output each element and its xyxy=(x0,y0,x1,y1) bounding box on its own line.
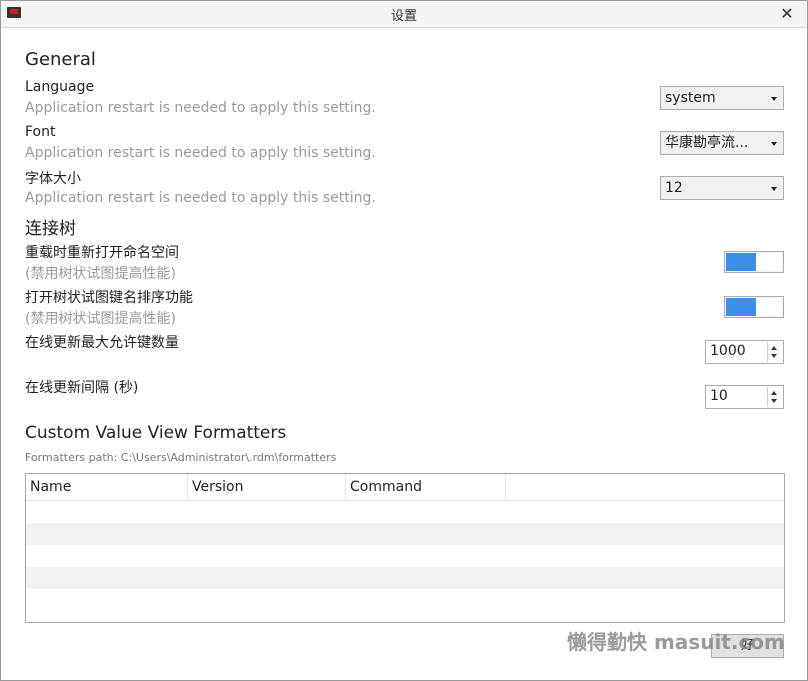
formatters-table[interactable]: Name Version Command xyxy=(25,473,785,623)
font-size-select[interactable]: 12 xyxy=(660,176,784,200)
language-hint: Application restart is needed to apply t… xyxy=(25,100,376,116)
live-update-max-keys-value: 1000 xyxy=(710,343,746,359)
table-row xyxy=(26,501,784,523)
font-size-hint: Application restart is needed to apply t… xyxy=(25,190,376,206)
reopen-namespaces-toggle[interactable] xyxy=(724,251,784,273)
chevron-down-icon xyxy=(771,142,777,146)
table-row xyxy=(26,523,784,545)
toggle-on-fill xyxy=(726,298,756,316)
general-section-title: General xyxy=(25,49,96,70)
live-update-interval-value: 10 xyxy=(710,388,728,404)
spin-buttons[interactable] xyxy=(767,387,782,407)
font-size-label: 字体大小 xyxy=(25,171,81,187)
sort-keys-hint: (禁用树状试图提高性能) xyxy=(25,311,176,327)
table-row xyxy=(26,545,784,567)
settings-window: 设置 ✕ General Language Application restar… xyxy=(0,0,808,681)
column-header-name[interactable]: Name xyxy=(26,474,188,500)
sort-keys-label: 打开树状试图键名排序功能 xyxy=(25,290,193,306)
reopen-namespaces-label: 重载时重新打开命名空间 xyxy=(25,245,179,261)
table-row xyxy=(26,567,784,589)
live-update-interval-spinbox[interactable]: 10 xyxy=(705,385,784,409)
formatters-section-title: Custom Value View Formatters xyxy=(25,423,287,443)
font-label: Font xyxy=(25,124,56,140)
spin-buttons[interactable] xyxy=(767,342,782,362)
spin-up-icon[interactable] xyxy=(771,346,777,350)
live-update-interval-label: 在线更新间隔 (秒) xyxy=(25,380,139,396)
language-select[interactable]: system xyxy=(660,86,784,110)
spin-down-icon[interactable] xyxy=(771,399,777,403)
column-header-command[interactable]: Command xyxy=(346,474,506,500)
table-row xyxy=(26,589,784,611)
watermark-text: 懒得勤快 masuit.com xyxy=(567,630,785,654)
tree-section-title: 连接树 xyxy=(25,219,76,239)
spin-up-icon[interactable] xyxy=(771,391,777,395)
column-header-version[interactable]: Version xyxy=(188,474,346,500)
font-select[interactable]: 华康勘亭流... xyxy=(660,131,784,155)
toggle-on-fill xyxy=(726,253,756,271)
table-header: Name Version Command xyxy=(26,474,784,501)
language-label: Language xyxy=(25,79,95,95)
toggle-knob xyxy=(756,253,782,271)
language-select-value: system xyxy=(665,90,716,106)
close-button[interactable]: ✕ xyxy=(775,3,799,25)
font-size-select-value: 12 xyxy=(665,180,683,196)
toggle-knob xyxy=(756,298,782,316)
spin-down-icon[interactable] xyxy=(771,354,777,358)
window-title: 设置 xyxy=(390,9,417,24)
live-update-max-keys-label: 在线更新最大允许键数量 xyxy=(25,335,179,351)
live-update-max-keys-spinbox[interactable]: 1000 xyxy=(705,340,784,364)
title-bar: 设置 ✕ xyxy=(1,1,807,28)
reopen-namespaces-hint: (禁用树状试图提高性能) xyxy=(25,266,176,282)
font-select-value: 华康勘亭流... xyxy=(665,135,749,151)
chevron-down-icon xyxy=(771,187,777,191)
sort-keys-toggle[interactable] xyxy=(724,296,784,318)
font-hint: Application restart is needed to apply t… xyxy=(25,145,376,161)
chevron-down-icon xyxy=(771,97,777,101)
formatters-path: Formatters path: C:\Users\Administrator\… xyxy=(25,451,337,464)
